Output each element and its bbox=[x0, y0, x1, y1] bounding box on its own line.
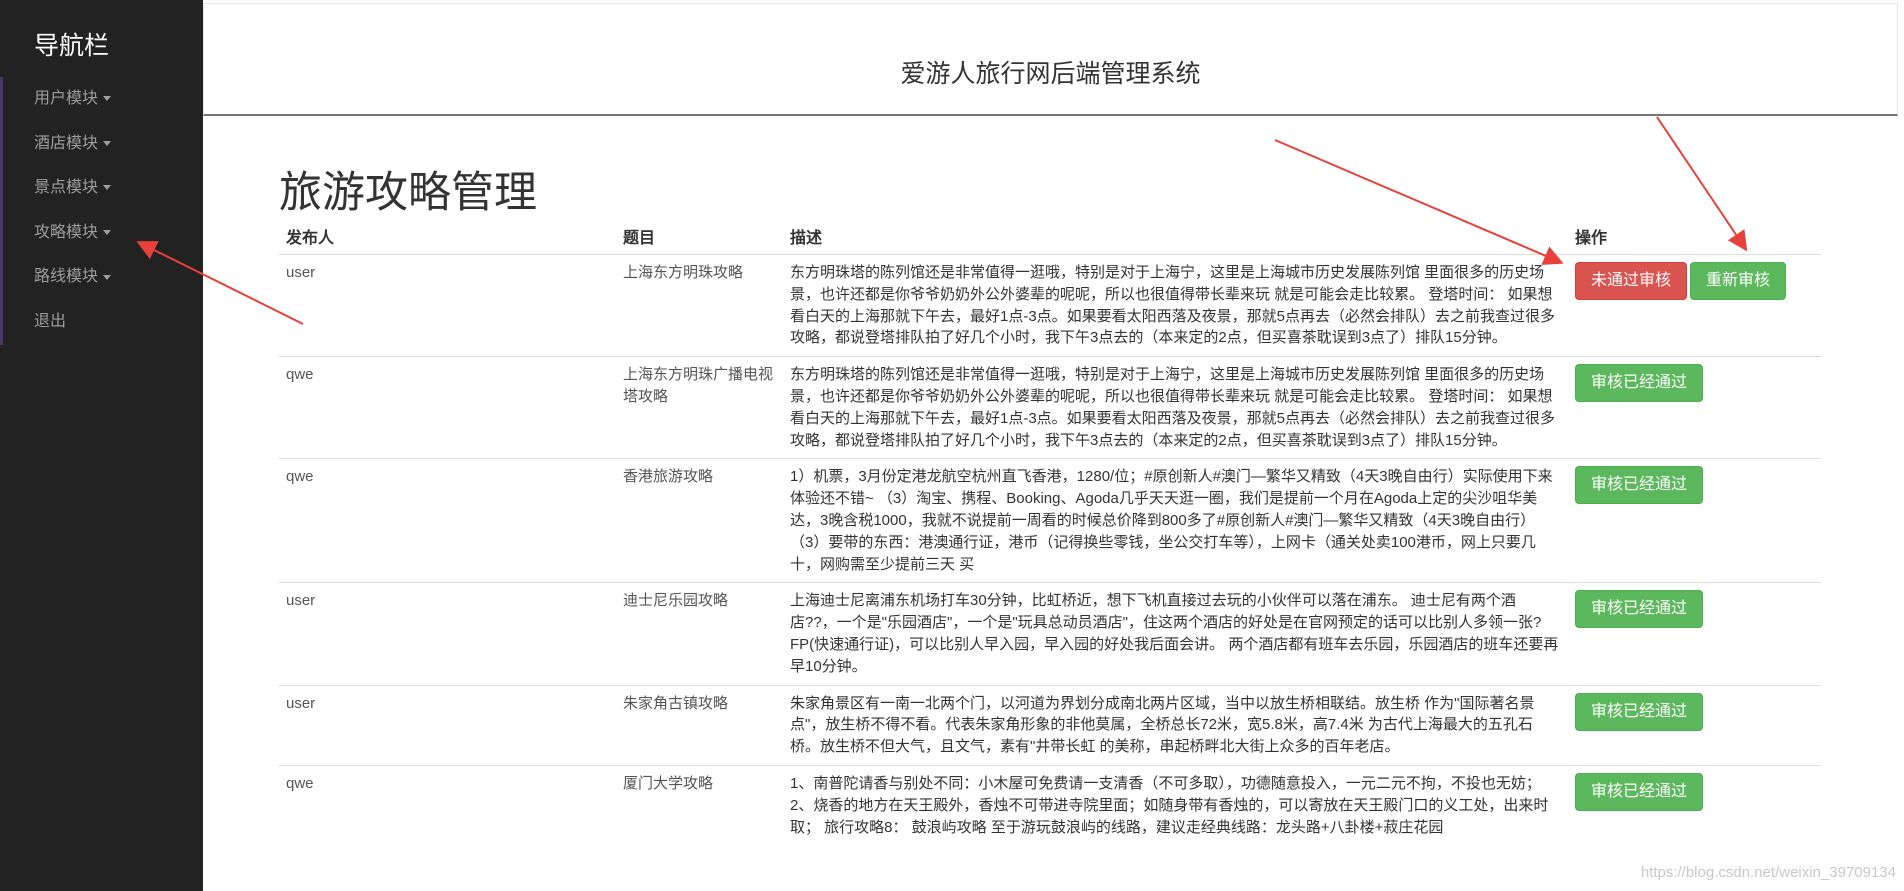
caret-down-icon bbox=[103, 140, 112, 146]
column-header-description: 描述 bbox=[783, 218, 1568, 255]
page-title: 旅游攻略管理 bbox=[279, 169, 537, 217]
approved-review-button[interactable]: 审核已经通过 bbox=[1575, 364, 1704, 403]
header: 爱游人旅行网后端管理系统 bbox=[203, 3, 1898, 116]
publisher-cell: qwe bbox=[279, 764, 616, 846]
table-row: user 上海东方明珠攻略 东方明珠塔的陈列馆还是非常值得一逛哦，特别是对于上海… bbox=[279, 253, 1821, 357]
sidebar-item-label: 退出 bbox=[34, 312, 67, 330]
approved-review-button[interactable]: 审核已经通过 bbox=[1575, 590, 1704, 629]
re-review-button[interactable]: 重新审核 bbox=[1690, 262, 1787, 300]
rejected-review-button[interactable]: 未通过审核 bbox=[1575, 262, 1688, 300]
caret-down-icon bbox=[103, 185, 112, 191]
caret-down-icon bbox=[103, 274, 112, 280]
caret-down-icon bbox=[103, 96, 112, 102]
sidebar-item-user-module[interactable]: 用户模块 bbox=[3, 77, 203, 122]
title-cell: 上海东方明珠广播电视塔攻略 bbox=[616, 356, 783, 459]
title-cell: 上海东方明珠攻略 bbox=[616, 253, 783, 357]
table-row: qwe 厦门大学攻略 1、南普陀请香与别处不同：小木屋可免费请一支清香（不可多取… bbox=[279, 764, 1821, 846]
guide-table: 发布人 题目 描述 操作 user 上海东方明珠攻略 东方明珠塔的陈列馆还是非常… bbox=[279, 218, 1821, 846]
actions-cell: 审核已经通过 bbox=[1568, 356, 1821, 459]
actions-cell: 审核已经通过 bbox=[1568, 684, 1821, 766]
approved-review-button[interactable]: 审核已经通过 bbox=[1575, 692, 1704, 731]
watermark: https://blog.csdn.net/weixin_39709134 bbox=[1640, 864, 1896, 881]
publisher-cell: user bbox=[279, 582, 616, 686]
title-cell: 朱家角古镇攻略 bbox=[616, 684, 783, 766]
actions-cell: 未通过审核 重新审核 bbox=[1568, 253, 1821, 357]
column-header-publisher: 发布人 bbox=[279, 218, 616, 255]
sidebar-item-label: 景点模块 bbox=[34, 179, 99, 197]
table-row: qwe 香港旅游攻略 1）机票，3月份定港龙航空杭州直飞香港，1280/位；#原… bbox=[279, 458, 1821, 583]
sidebar-item-scenic-module[interactable]: 景点模块 bbox=[3, 166, 203, 211]
column-header-actions: 操作 bbox=[1568, 218, 1821, 255]
actions-cell: 审核已经通过 bbox=[1568, 458, 1821, 583]
description-cell: 东方明珠塔的陈列馆还是非常值得一逛哦，特别是对于上海宁，这里是上海城市历史发展陈… bbox=[783, 356, 1568, 459]
table-header-row: 发布人 题目 描述 操作 bbox=[279, 218, 1821, 255]
approved-review-button[interactable]: 审核已经通过 bbox=[1575, 466, 1704, 505]
guide-table-wrapper: 发布人 题目 描述 操作 user 上海东方明珠攻略 东方明珠塔的陈列馆还是非常… bbox=[279, 218, 1821, 846]
title-cell: 香港旅游攻略 bbox=[616, 458, 783, 583]
actions-cell: 审核已经通过 bbox=[1568, 764, 1821, 846]
sidebar-item-label: 用户模块 bbox=[34, 90, 99, 107]
publisher-cell: qwe bbox=[279, 356, 616, 459]
approved-review-button[interactable]: 审核已经通过 bbox=[1575, 772, 1704, 811]
sidebar-item-route-module[interactable]: 路线模块 bbox=[3, 255, 203, 300]
sidebar-menu: 用户模块 酒店模块 景点模块 攻略模块 路线模块 退出 bbox=[0, 77, 203, 345]
description-cell: 1）机票，3月份定港龙航空杭州直飞香港，1280/位；#原创新人#澳门—繁华又精… bbox=[783, 458, 1568, 583]
caret-down-icon bbox=[103, 230, 112, 236]
table-row: user 朱家角古镇攻略 朱家角景区有一南一北两个门，以河道为界划分成南北两片区… bbox=[279, 684, 1821, 766]
main-content: 爱游人旅行网后端管理系统 旅游攻略管理 发布人 题目 描述 操作 user 上海… bbox=[203, 0, 1904, 891]
description-cell: 上海迪士尼离浦东机场打车30分钟，比虹桥近，想下飞机直接过去玩的小伙伴可以落在浦… bbox=[783, 582, 1568, 686]
sidebar: 导航栏 用户模块 酒店模块 景点模块 攻略模块 路线模块 退出 bbox=[0, 0, 203, 891]
sidebar-item-hotel-module[interactable]: 酒店模块 bbox=[3, 122, 203, 167]
publisher-cell: qwe bbox=[279, 458, 616, 583]
table-row: user 迪士尼乐园攻略 上海迪士尼离浦东机场打车30分钟，比虹桥近，想下飞机直… bbox=[279, 582, 1821, 686]
description-cell: 朱家角景区有一南一北两个门，以河道为界划分成南北两片区域，当中以放生桥相联结。放… bbox=[783, 684, 1568, 766]
sidebar-item-label: 酒店模块 bbox=[34, 134, 99, 152]
sidebar-item-guide-module[interactable]: 攻略模块 bbox=[3, 211, 203, 256]
system-title: 爱游人旅行网后端管理系统 bbox=[900, 60, 1201, 88]
column-header-title: 题目 bbox=[616, 218, 783, 255]
sidebar-item-label: 攻略模块 bbox=[34, 223, 99, 241]
table-row: qwe 上海东方明珠广播电视塔攻略 东方明珠塔的陈列馆还是非常值得一逛哦，特别是… bbox=[279, 356, 1821, 459]
title-cell: 厦门大学攻略 bbox=[616, 764, 783, 846]
description-cell: 1、南普陀请香与别处不同：小木屋可免费请一支清香（不可多取），功德随意投入，一元… bbox=[783, 764, 1568, 846]
title-cell: 迪士尼乐园攻略 bbox=[616, 582, 783, 686]
publisher-cell: user bbox=[279, 253, 616, 357]
sidebar-title: 导航栏 bbox=[34, 32, 110, 60]
sidebar-item-label: 路线模块 bbox=[34, 268, 99, 286]
description-cell: 东方明珠塔的陈列馆还是非常值得一逛哦，特别是对于上海宁，这里是上海城市历史发展陈… bbox=[783, 253, 1568, 357]
actions-cell: 审核已经通过 bbox=[1568, 582, 1821, 686]
sidebar-item-logout[interactable]: 退出 bbox=[3, 300, 203, 345]
publisher-cell: user bbox=[279, 684, 616, 766]
